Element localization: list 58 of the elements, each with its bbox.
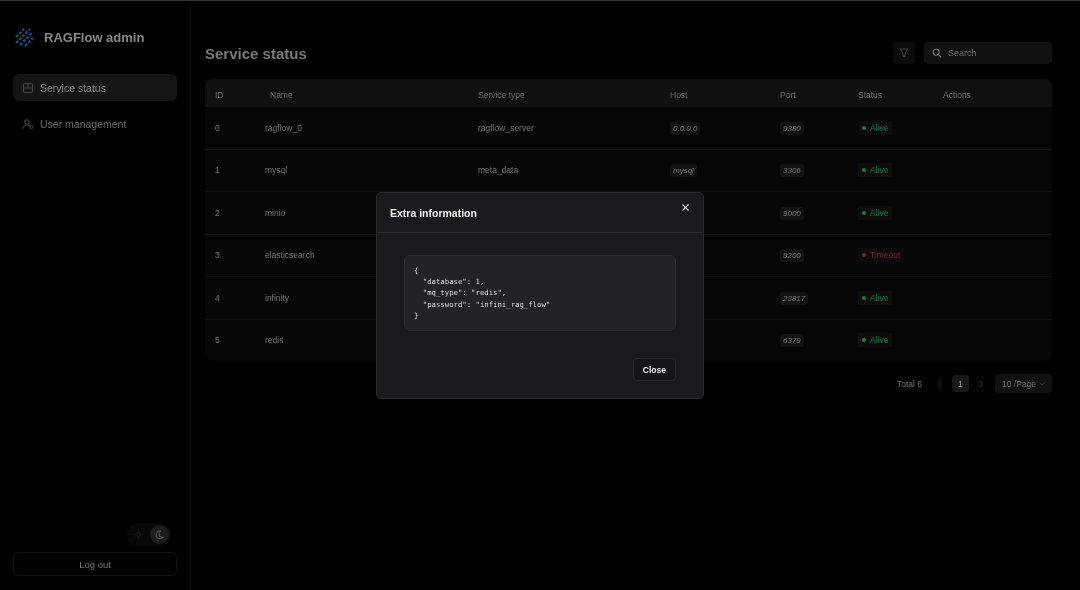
grid-icon — [22, 81, 34, 94]
host-tag: 0.0.0.0 — [670, 121, 701, 135]
port-tag: 23817 — [780, 291, 809, 305]
table-cell: 2 — [215, 207, 220, 218]
chevron-down-icon — [1039, 381, 1045, 386]
status-text: Alive — [870, 122, 889, 133]
search-field[interactable]: Search — [924, 42, 1052, 64]
table-cell: minio — [265, 207, 286, 218]
page-button[interactable]: 1 — [951, 375, 969, 392]
page-size-select[interactable]: 10 /Page — [994, 374, 1052, 393]
status-text: Alive — [870, 292, 889, 303]
close-icon — [682, 204, 689, 211]
moon-icon — [155, 530, 164, 539]
brand-name: RAGFlow admin — [44, 29, 145, 45]
column-header: Port — [780, 90, 796, 100]
table-cell: 4 — [215, 292, 220, 303]
port-tag: 9000 — [780, 206, 804, 220]
table-cell: infinity — [265, 292, 290, 303]
column-header: Status — [858, 90, 883, 100]
logo-icon — [14, 27, 34, 47]
filter-button[interactable] — [893, 42, 915, 64]
table-cell: ragflow_server — [478, 122, 534, 133]
column-header: ID — [215, 90, 224, 100]
total-count: Total 6 — [896, 378, 922, 389]
port-tag: 3306 — [780, 164, 804, 178]
table-cell: meta_data — [478, 165, 519, 176]
column-header: Service type — [478, 90, 525, 100]
host-tag: mysql — [670, 164, 697, 178]
port-tag: 6379 — [780, 334, 804, 348]
table-cell: 3 — [215, 250, 220, 261]
port-tag: 9200 — [780, 249, 804, 263]
status-text: Alive — [870, 207, 889, 218]
table-cell: 0 — [215, 122, 220, 133]
table-cell: 1 — [215, 165, 220, 176]
previous-icon — [935, 379, 942, 388]
users-icon — [22, 117, 34, 130]
table-cell: redis — [265, 335, 284, 346]
table-cell: 5 — [215, 335, 220, 346]
close-dialog-button[interactable]: Close — [632, 358, 676, 381]
column-header: Actions — [943, 90, 971, 100]
theme-option[interactable] — [150, 525, 169, 544]
status-text: Alive — [870, 165, 889, 176]
status-text: Alive — [870, 335, 889, 346]
logout-button[interactable]: Log out — [13, 552, 177, 576]
page-title: Service status — [205, 44, 307, 62]
filter-icon — [899, 48, 909, 58]
nav-item[interactable]: Service status — [13, 74, 177, 101]
table-cell: mysql — [265, 165, 288, 176]
dialog-title: Extra information — [390, 207, 477, 219]
status-text: Timeout — [870, 250, 901, 261]
table-cell: elasticsearch — [265, 250, 315, 261]
search-icon — [932, 48, 942, 58]
table-cell: ragflow_0 — [265, 122, 302, 133]
column-header: Name — [270, 90, 293, 100]
column-header: Host — [670, 90, 688, 100]
next-icon — [978, 379, 985, 388]
nav-item[interactable]: User management — [13, 110, 177, 137]
port-tag: 9380 — [780, 121, 804, 135]
